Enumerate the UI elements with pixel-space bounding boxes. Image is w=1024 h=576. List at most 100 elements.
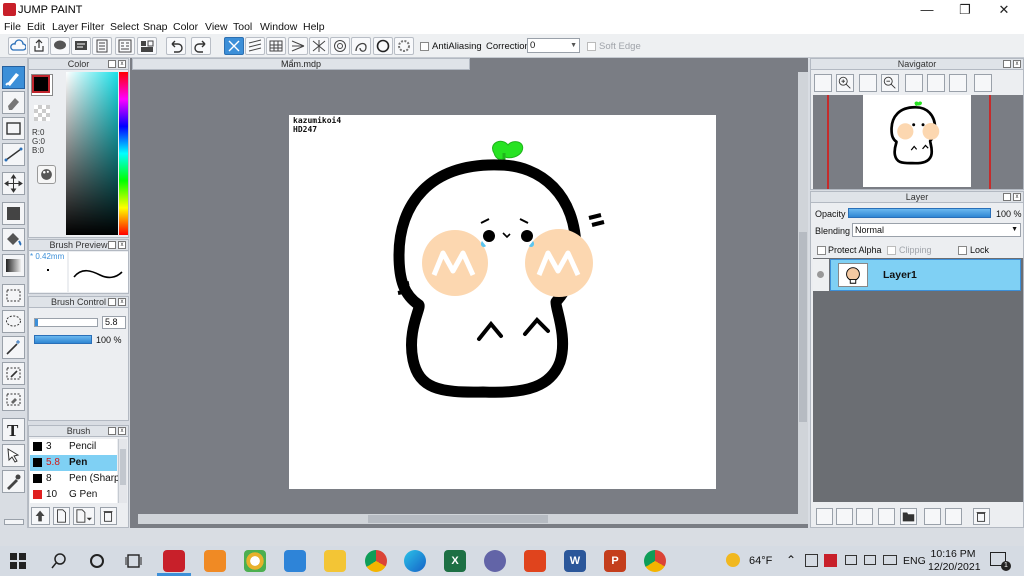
- brush-tool-icon[interactable]: [2, 66, 25, 89]
- menu-help[interactable]: Help: [303, 21, 325, 33]
- panel-float-icon[interactable]: [108, 60, 116, 68]
- cloud-icon[interactable]: [8, 37, 28, 55]
- list-icon[interactable]: [115, 37, 135, 55]
- battery-icon[interactable]: [883, 555, 897, 565]
- delete-layer-icon[interactable]: [973, 508, 990, 525]
- brush-item-pen[interactable]: 5.8 Pen: [30, 455, 117, 471]
- fill-rect-tool-icon[interactable]: [2, 202, 25, 225]
- snap-radial-icon[interactable]: [288, 37, 308, 55]
- menu-edit[interactable]: Edit: [27, 21, 45, 33]
- flip-horizontal-icon[interactable]: [974, 74, 992, 92]
- text-tool-icon[interactable]: T: [2, 418, 25, 441]
- menu-filter[interactable]: Filter: [81, 21, 104, 33]
- menu-select[interactable]: Select: [110, 21, 139, 33]
- merge-layer-icon[interactable]: [945, 508, 962, 525]
- reset-rotation-icon[interactable]: [927, 74, 945, 92]
- restore-icon[interactable]: ❐: [946, 0, 984, 20]
- brush-size-input[interactable]: 5.8: [102, 316, 126, 329]
- move-tool-icon[interactable]: [2, 172, 25, 195]
- weather-temperature[interactable]: 64°F: [749, 555, 772, 567]
- snap-circle-icon[interactable]: [330, 37, 350, 55]
- brush-delete-icon[interactable]: [100, 507, 117, 525]
- panel-close-icon[interactable]: x: [118, 298, 126, 306]
- panel-close-icon[interactable]: x: [118, 60, 126, 68]
- photos-taskbar-icon[interactable]: [244, 550, 266, 572]
- correction-select[interactable]: 0 ▼: [527, 38, 580, 53]
- brush-folder-icon[interactable]: [31, 507, 50, 525]
- transparent-color-swatch[interactable]: [34, 105, 50, 121]
- menu-file[interactable]: File: [4, 21, 21, 33]
- comment-icon[interactable]: [50, 37, 70, 55]
- snap-curve-icon[interactable]: [351, 37, 371, 55]
- eraser-tool-icon[interactable]: [2, 91, 25, 114]
- snap-grid-icon[interactable]: [266, 37, 286, 55]
- horizontal-scroll-thumb[interactable]: [368, 515, 548, 523]
- rotate-left-icon[interactable]: [905, 74, 923, 92]
- search-icon[interactable]: [50, 552, 68, 570]
- snap-parallel-icon[interactable]: [245, 37, 265, 55]
- close-icon[interactable]: ✕: [985, 0, 1023, 20]
- layer-visibility-icon[interactable]: [813, 259, 829, 291]
- menu-snap[interactable]: Snap: [143, 21, 168, 33]
- foreground-color-swatch[interactable]: [32, 75, 50, 93]
- color-saturation-box[interactable]: [66, 72, 118, 235]
- drawing-canvas[interactable]: kazumikoi4 HD247: [289, 115, 716, 489]
- eyedropper-tool-icon[interactable]: [2, 470, 25, 493]
- share-icon[interactable]: [29, 37, 49, 55]
- office-taskbar-icon[interactable]: [524, 550, 546, 572]
- brush-item-pencil[interactable]: 3 Pencil: [30, 439, 117, 455]
- menu-color[interactable]: Color: [173, 21, 198, 33]
- snap-settings-icon[interactable]: [394, 37, 414, 55]
- redo-icon[interactable]: [191, 37, 211, 55]
- folder-icon[interactable]: [900, 508, 917, 525]
- cortana-icon[interactable]: [88, 552, 106, 570]
- zoom-fit-icon[interactable]: [814, 74, 832, 92]
- panel-float-icon[interactable]: [108, 298, 116, 306]
- operation-tool-icon[interactable]: [2, 444, 25, 467]
- layer-row[interactable]: Layer1: [830, 259, 1021, 291]
- soft-edge-checkbox[interactable]: [587, 42, 596, 51]
- security-icon[interactable]: [805, 554, 818, 567]
- brush-opacity-slider[interactable]: [34, 335, 92, 344]
- canvas-horizontal-scrollbar[interactable]: [138, 514, 798, 524]
- menu-layer[interactable]: Layer: [52, 21, 78, 33]
- teams-taskbar-icon[interactable]: [484, 550, 506, 572]
- snap-ellipse-icon[interactable]: [373, 37, 393, 55]
- panel-close-icon[interactable]: x: [118, 241, 126, 249]
- brush-item-g-pen[interactable]: 10 G Pen: [30, 487, 117, 503]
- hue-slider[interactable]: [119, 72, 128, 235]
- new-brush-icon[interactable]: [53, 507, 70, 525]
- brush-size-slider[interactable]: [34, 318, 98, 327]
- rotate-right-icon[interactable]: [949, 74, 967, 92]
- document-tab[interactable]: Mẩm.mdp: [132, 58, 470, 70]
- message-icon[interactable]: [71, 37, 91, 55]
- protect-alpha-checkbox[interactable]: [817, 246, 826, 255]
- layer-opacity-slider[interactable]: [848, 208, 991, 218]
- jump-paint-taskbar-icon[interactable]: [163, 550, 185, 572]
- vertical-scroll-thumb[interactable]: [799, 232, 807, 422]
- brush-list-scroll-thumb[interactable]: [120, 449, 126, 485]
- edge-taskbar-icon[interactable]: [404, 550, 426, 572]
- select-pen-tool-icon[interactable]: [2, 362, 25, 385]
- vivaldi-tray-icon[interactable]: [824, 554, 837, 567]
- duplicate-layer-icon[interactable]: [924, 508, 941, 525]
- panel-float-icon[interactable]: [108, 427, 116, 435]
- weather-moon-icon[interactable]: [726, 553, 740, 567]
- snap-cross-icon[interactable]: [309, 37, 329, 55]
- panel-float-icon[interactable]: [108, 241, 116, 249]
- undo-icon[interactable]: [166, 37, 186, 55]
- excel-taskbar-icon[interactable]: X: [444, 550, 466, 572]
- chrome-taskbar-icon[interactable]: [365, 550, 387, 572]
- system-clock[interactable]: 10:16 PM 12/20/2021: [928, 548, 981, 574]
- clipping-checkbox[interactable]: [887, 246, 896, 255]
- zoom-in-icon[interactable]: [836, 74, 854, 92]
- magic-wand-tool-icon[interactable]: [2, 336, 25, 359]
- word-taskbar-icon[interactable]: W: [564, 550, 586, 572]
- snap-off-icon[interactable]: [224, 37, 244, 55]
- input-language[interactable]: ENG: [903, 555, 926, 567]
- chevron-up-icon[interactable]: ⌃: [786, 553, 796, 567]
- select-rect-tool-icon[interactable]: [2, 284, 25, 307]
- canvas-vertical-scrollbar[interactable]: [798, 72, 808, 524]
- lock-checkbox[interactable]: [958, 246, 967, 255]
- powerpoint-taskbar-icon[interactable]: P: [604, 550, 626, 572]
